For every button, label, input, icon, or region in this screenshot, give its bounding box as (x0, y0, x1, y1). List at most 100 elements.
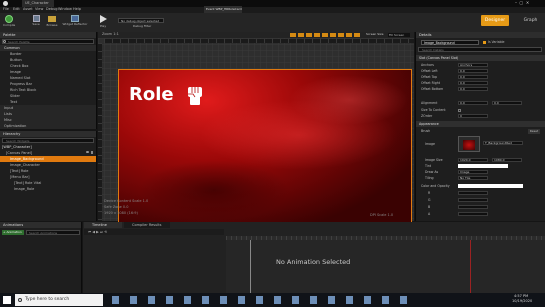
save-icon (32, 15, 40, 22)
dpi-scale-label: DPI Scale 1.0 (370, 213, 394, 217)
folder-icon (48, 16, 56, 22)
zorder-label: ZOrder (421, 114, 433, 118)
save-label: Save (32, 22, 40, 26)
widget-reflector-button[interactable]: Widget Reflector (62, 14, 88, 31)
menu-debug[interactable]: Debug (46, 7, 58, 12)
offset-top-field[interactable]: 0.0 (458, 75, 488, 79)
offset-top-label: Offset Top (421, 75, 437, 79)
color-opacity-swatch[interactable] (458, 184, 523, 188)
taskbar-time[interactable]: 4:57 PM (514, 294, 528, 299)
menu-view[interactable]: View (35, 7, 43, 12)
brush-label: Brush (421, 129, 431, 133)
image-thumbnail[interactable] (458, 136, 480, 152)
size-to-content-checkbox[interactable] (458, 109, 461, 112)
menu-edit[interactable]: Edit (13, 7, 20, 12)
browse-label: Browse (46, 23, 58, 27)
offset-right-field[interactable]: 0.0 (458, 81, 488, 85)
color-a-label: A (428, 212, 431, 216)
debug-filter-dropdown[interactable]: No debug object selected (118, 18, 164, 23)
eye-icon[interactable] (86, 151, 89, 153)
taskbar-app-icons[interactable] (112, 296, 412, 304)
draw-as-label: Draw As (425, 170, 439, 174)
screen-size-dropdown[interactable]: Screen Size (366, 33, 383, 36)
taskbar-date[interactable]: 10/19/2020 (512, 299, 532, 304)
details-search-input[interactable]: Search Details (418, 47, 542, 52)
menu-help[interactable]: Help (73, 7, 81, 12)
timeline-tab[interactable]: Timeline (84, 222, 122, 228)
offset-left-label: Offset Left (421, 69, 438, 73)
color-opacity-label: Color and Opacity (421, 184, 450, 188)
editor-tab[interactable]: UE_Character (22, 0, 54, 7)
alignment-x-field[interactable]: 0.0 (458, 101, 488, 105)
playhead-marker[interactable] (250, 240, 251, 293)
color-g-field[interactable] (458, 198, 488, 202)
save-button[interactable]: Save (30, 14, 42, 31)
draw-as-dropdown[interactable]: Image (458, 170, 488, 174)
raised-fist-icon[interactable] (185, 84, 205, 106)
menu-asset[interactable]: Asset (23, 7, 33, 12)
color-r-label: R (428, 191, 431, 195)
offset-right-label: Offset Right (421, 81, 440, 85)
compile-label: Compile (3, 23, 16, 27)
timeline-transport-bar[interactable]: ⏮ ◀ ▶ ⏭ ⟲ (84, 229, 224, 235)
slot-section-header[interactable]: Slot (Canvas Panel Slot) (416, 55, 545, 61)
anchors-dropdown[interactable]: Anchors (458, 63, 488, 67)
color-r-field[interactable] (458, 191, 488, 195)
widget-reflector-label: Widget Reflector (62, 22, 88, 26)
alignment-label: Alignment (421, 101, 438, 105)
brush-reset-button[interactable]: Reset (528, 129, 540, 134)
window-controls[interactable]: – ▢ ✕ (515, 1, 543, 6)
compiler-results-tab[interactable]: Compiler Results (124, 222, 170, 228)
unreal-logo-icon (3, 1, 8, 6)
anchors-label: Anchors (421, 63, 434, 67)
widget-name-field[interactable]: Image_Background (421, 40, 479, 45)
zorder-field[interactable]: 0 (458, 114, 488, 118)
tint-label: Tint (425, 164, 432, 168)
lock-icon[interactable] (91, 151, 93, 154)
image-size-x-field[interactable]: 1920.0 (458, 158, 488, 162)
taskbar-search-input[interactable]: Type here to search (15, 294, 103, 306)
tint-color-swatch[interactable] (458, 164, 508, 168)
windows-start-icon[interactable] (3, 296, 11, 304)
palette-section[interactable]: Optimization (0, 123, 96, 129)
viewport-tool-buttons[interactable] (290, 33, 360, 37)
color-b-field[interactable] (458, 205, 488, 209)
designer-mode-button[interactable]: Designer (481, 15, 509, 26)
timeline-track-area[interactable] (226, 240, 545, 293)
image-size-y-field[interactable]: 1080.0 (492, 158, 522, 162)
compile-icon (5, 15, 13, 23)
ruler-vertical (98, 43, 102, 221)
hierarchy-title: Hierarchy (0, 131, 96, 137)
color-g-label: G (428, 198, 431, 202)
graph-mode-button[interactable]: Graph (518, 15, 543, 26)
hierarchy-search-input[interactable]: Search Widgets (2, 138, 94, 143)
color-a-field[interactable] (458, 212, 488, 216)
menu-file[interactable]: File (3, 7, 9, 12)
role-title-text[interactable]: Role (129, 86, 174, 104)
appearance-section-header[interactable]: Appearance (416, 121, 545, 127)
zoom-label: Zoom 1:1 (102, 32, 119, 36)
title-bar (0, 0, 545, 7)
compile-button[interactable]: Compile (3, 14, 15, 31)
debug-filter-label: Debug Filter (133, 24, 152, 28)
alignment-y-field[interactable]: 0.0 (492, 101, 522, 105)
offset-bottom-field[interactable]: 0.0 (458, 87, 488, 91)
offset-left-field[interactable]: 0.0 (458, 69, 488, 73)
is-variable-checkbox[interactable] (483, 41, 486, 44)
palette-search-input[interactable]: Search Palette (2, 39, 94, 44)
browse-button[interactable]: Browse (46, 14, 58, 31)
details-title: Details (416, 32, 545, 38)
menu-window[interactable]: Window (58, 7, 72, 12)
is-variable-label: Is Variable (488, 40, 505, 44)
image-asset-dropdown[interactable]: T_BackgroundRed (483, 141, 523, 145)
animations-search-input[interactable]: Search Animations (26, 230, 80, 235)
timeline-end-marker[interactable] (470, 240, 471, 293)
tiling-dropdown[interactable]: No Tile (458, 176, 488, 180)
palette-panel: Palette Search Palette Common Border But… (0, 32, 97, 129)
viewport-info-line: 1920 x 1080 (16:9) (104, 211, 138, 215)
hierarchy-item[interactable]: Image_Role (0, 186, 96, 192)
fill-screen-dropdown[interactable]: Fill Screen (388, 33, 410, 37)
play-button[interactable]: Play (96, 14, 110, 31)
add-animation-button[interactable]: + Animation (2, 230, 24, 235)
smoke-streak (289, 75, 409, 125)
